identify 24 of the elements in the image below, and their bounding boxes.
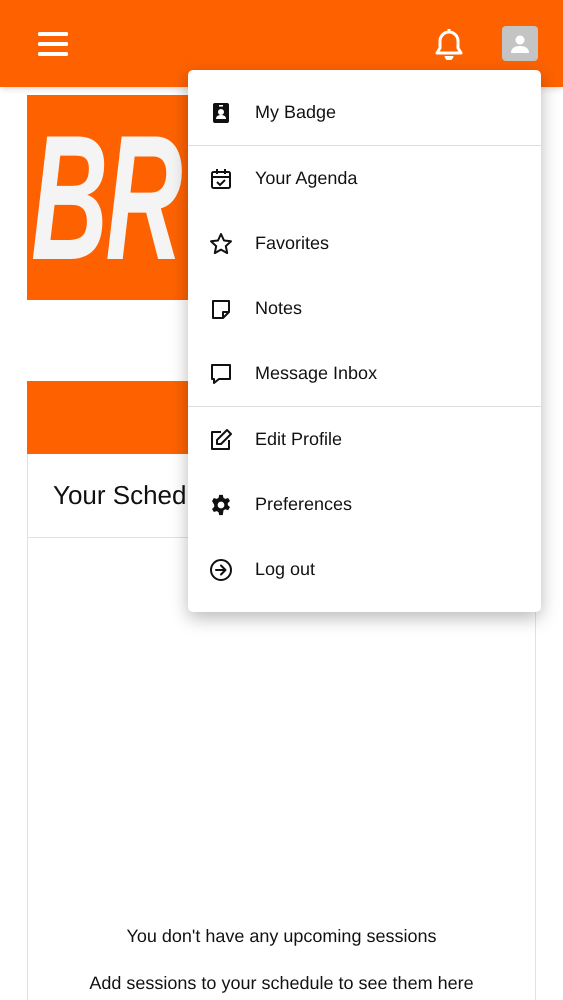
menu-item[interactable]: Favorites (188, 211, 541, 276)
menu-item[interactable]: Message Inbox (188, 341, 541, 406)
empty-message: You don't have any upcoming sessions (126, 925, 436, 948)
banner-title: BR (31, 108, 180, 286)
schedule-title: Your Sched (53, 479, 186, 512)
menu-item[interactable]: Preferences (188, 472, 541, 537)
badge-icon (211, 102, 231, 124)
menu-item[interactable]: Log out (188, 537, 541, 602)
menu-item[interactable]: My Badge (188, 80, 541, 145)
edit-icon (209, 428, 233, 452)
menu-item[interactable]: Edit Profile (188, 407, 541, 472)
menu-icon[interactable] (38, 30, 68, 56)
bell-icon[interactable] (434, 28, 464, 60)
avatar-button[interactable] (502, 26, 538, 61)
settings-icon (210, 494, 232, 516)
menu-item[interactable]: Your Agenda (188, 146, 541, 211)
arrow-circle-icon (209, 558, 233, 582)
menu-item[interactable]: Notes (188, 276, 541, 341)
empty-hint: Add sessions to your schedule to see them here (89, 972, 474, 995)
star-icon (209, 232, 233, 256)
person-icon (510, 34, 530, 54)
calendar-check-icon (210, 168, 232, 190)
note-icon (210, 298, 232, 320)
chat-icon (209, 362, 233, 386)
